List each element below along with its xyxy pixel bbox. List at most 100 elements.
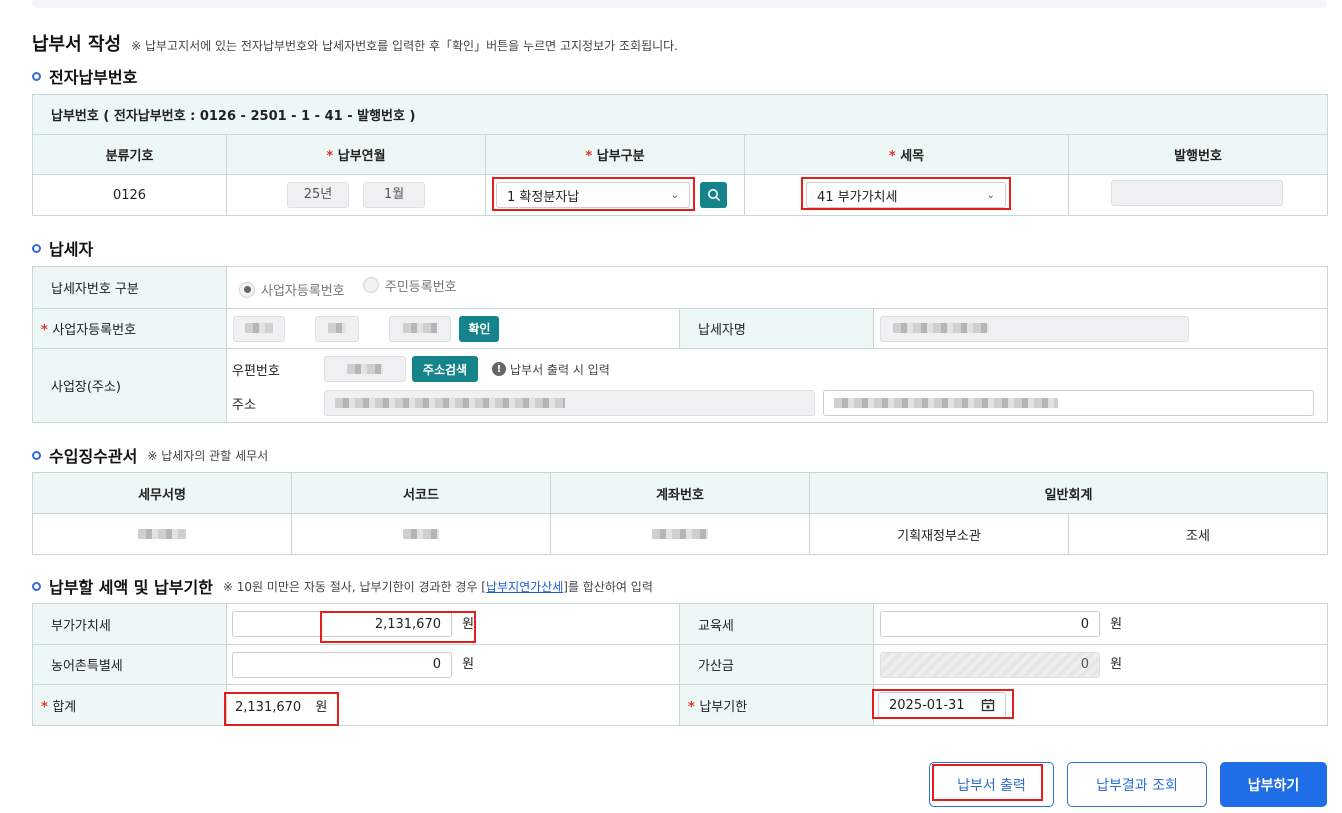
edu-cell: 0 원: [873, 603, 1328, 645]
tax-item-value: 41 부가가치세: [817, 189, 898, 205]
col-class: 분류기호: [32, 134, 227, 175]
section-amount-title-text: 납부할 세액 및 납부기한: [49, 578, 213, 597]
class-code: 0126: [32, 174, 227, 216]
top-bar: [32, 0, 1327, 8]
biz-no-part2[interactable]: [315, 315, 360, 342]
due-label: * 납부기한: [679, 684, 874, 726]
page-title-note: ※ 납부고지서에 있는 전자납부번호와 납세자번호를 입력한 후「확인」버튼을 …: [131, 39, 679, 53]
biz-no-cell: 확인: [226, 308, 680, 349]
rural-cell: 0 원: [226, 644, 680, 685]
col-code: 서코드: [291, 472, 551, 514]
pay-type-value: 1 확정분자납: [507, 189, 580, 205]
month-field: 1월: [363, 182, 426, 208]
office-table: 세무서명 서코드 계좌번호 일반회계 기획재정부소관 조세: [32, 472, 1328, 555]
radio-biz[interactable]: 사업자등록번호: [239, 280, 345, 299]
tax-item-select[interactable]: 41 부가가치세 ⌄: [806, 182, 1006, 208]
epay-caption: 납부번호 ( 전자납부번호 : 0126 - 2501 - 1 - 41 - 발…: [31, 94, 1329, 135]
rural-label: 농어촌특별세: [32, 644, 227, 685]
id-type-cell: 사업자등록번호 주민등록번호: [226, 266, 1328, 309]
biz-no-part3[interactable]: [389, 315, 452, 342]
penalty-unit: 원: [1110, 657, 1123, 672]
address-detail-field[interactable]: [823, 390, 1314, 416]
confirm-button[interactable]: 확인: [459, 315, 500, 342]
zip-field[interactable]: [324, 356, 406, 382]
address-hint: ! 납부서 출력 시 입력: [492, 361, 610, 378]
issue-number-field[interactable]: [1111, 180, 1283, 206]
bullet-icon: [32, 71, 41, 81]
rural-input[interactable]: 0: [232, 651, 452, 678]
address-cell: 우편번호 주소검색 ! 납부서 출력 시 입력 주소: [226, 348, 1328, 423]
taxpayer-name-field[interactable]: [880, 315, 1189, 342]
penalty-label: 가산금: [679, 644, 874, 685]
vat-label: 부가가치세: [32, 603, 227, 645]
name-label: 납세자명: [679, 308, 874, 349]
pay-button[interactable]: 납부하기: [1220, 762, 1327, 807]
amount-table: 부가가치세 2,131,670 원 교육세 0 원 농어촌특별세 0 원 가산금…: [32, 603, 1328, 726]
total-unit: 원: [315, 699, 328, 715]
address-label: 사업장(주소): [32, 348, 227, 423]
print-button[interactable]: 납부서 출력: [929, 762, 1054, 807]
info-icon: !: [492, 362, 506, 376]
penalty-cell: 0 원: [873, 644, 1328, 685]
ym-cell: 25년 1월: [226, 174, 486, 216]
vat-input[interactable]: 2,131,670: [232, 611, 452, 637]
section-taxpayer-title: 납세자: [32, 236, 93, 260]
section-office-title: 수입징수관서 ※ 납세자의 관할 세무서: [32, 443, 268, 467]
bullet-icon: [32, 581, 41, 591]
addr-label: 주소: [232, 397, 256, 413]
due-date-value: 2025-01-31: [889, 697, 965, 713]
section-epay-title: 전자납부번호: [32, 64, 137, 88]
col-general: 일반회계: [809, 472, 1328, 514]
office-name: [32, 513, 292, 555]
rural-unit: 원: [462, 657, 475, 672]
zip-label: 우편번호: [232, 363, 280, 379]
office-code: [291, 513, 551, 555]
taxpayer-table: 납세자번호 구분 사업자등록번호 주민등록번호 * 사업자등록번호 확인 납세자…: [32, 266, 1328, 423]
section-office-title-text: 수입징수관서: [49, 447, 138, 466]
total-label: * 합계: [32, 684, 227, 726]
edu-input[interactable]: 0: [880, 611, 1100, 637]
epay-table: 납부번호 ( 전자납부번호 : 0126 - 2501 - 1 - 41 - 발…: [31, 94, 1329, 216]
bullet-icon: [32, 450, 41, 460]
col-office: 세무서명: [32, 472, 292, 514]
address-search-button[interactable]: 주소검색: [412, 356, 478, 382]
col-item: * 세목: [744, 134, 1069, 175]
biz-no-part1[interactable]: [233, 315, 285, 342]
page-title-text: 납부서 작성: [32, 34, 122, 55]
year-field: 25년: [287, 182, 349, 208]
name-cell: [873, 308, 1328, 349]
biz-no-label: * 사업자등록번호: [32, 308, 227, 349]
total-cell: 2,131,670 원: [226, 684, 680, 726]
total-value: 2,131,670: [235, 699, 302, 715]
chevron-down-icon: ⌄: [986, 189, 995, 201]
radio-resident[interactable]: 주민등록번호: [362, 276, 457, 295]
office-account: [550, 513, 810, 555]
bullet-icon: [32, 243, 41, 253]
calendar-icon[interactable]: [981, 698, 995, 712]
section-amount-note: ※ 10원 미만은 자동 절사, 납부기한이 경과한 경우 [납부지연가산세]를…: [222, 579, 653, 594]
id-type-label: 납세자번호 구분: [32, 266, 227, 309]
search-button[interactable]: [700, 182, 728, 208]
col-ym: * 납부연월: [226, 134, 486, 175]
issue-cell: [1067, 174, 1329, 216]
page-title: 납부서 작성 ※ 납부고지서에 있는 전자납부번호와 납세자번호를 입력한 후「…: [32, 30, 678, 56]
section-epay-title-text: 전자납부번호: [49, 68, 138, 87]
general-tax: 조세: [1068, 513, 1328, 555]
vat-unit: 원: [462, 616, 475, 632]
penalty-link[interactable]: 납부지연가산세: [486, 580, 563, 594]
due-date-input[interactable]: 2025-01-31: [878, 692, 1006, 718]
chevron-down-icon: ⌄: [670, 189, 679, 201]
section-office-note: ※ 납세자의 관할 세무서: [147, 448, 269, 463]
address-field[interactable]: [324, 390, 815, 416]
due-cell: 2025-01-31: [873, 684, 1328, 726]
col-issue: 발행번호: [1067, 134, 1329, 175]
penalty-input: 0: [880, 651, 1100, 678]
section-taxpayer-title-text: 납세자: [49, 240, 94, 259]
edu-unit: 원: [1110, 616, 1123, 632]
type-cell: 1 확정분자납 ⌄: [485, 174, 745, 216]
item-cell: 41 부가가치세 ⌄: [744, 174, 1069, 216]
search-icon: [707, 189, 720, 202]
result-button[interactable]: 납부결과 조회: [1067, 762, 1207, 807]
pay-type-select[interactable]: 1 확정분자납 ⌄: [496, 182, 690, 208]
general-ministry: 기획재정부소관: [809, 513, 1069, 555]
